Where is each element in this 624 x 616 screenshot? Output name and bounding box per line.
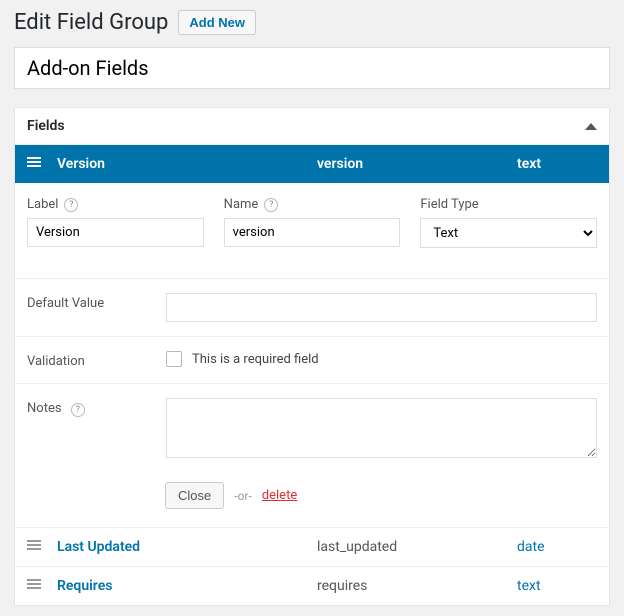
required-checkbox-label: This is a required field — [192, 352, 319, 367]
notes-label: Notes — [27, 401, 62, 416]
name-label: Name — [224, 197, 259, 212]
field-row-active[interactable]: Version version text — [15, 145, 609, 183]
name-input[interactable] — [224, 218, 401, 247]
default-value-label: Default Value — [27, 293, 152, 311]
field-label[interactable]: Last Updated — [57, 539, 317, 555]
label-label: Label — [27, 197, 58, 212]
drag-handle-icon[interactable] — [27, 577, 57, 595]
field-type: text — [517, 578, 597, 594]
help-icon[interactable]: ? — [64, 198, 78, 212]
field-type-select[interactable]: Text — [420, 218, 597, 248]
delete-link[interactable]: delete — [262, 488, 297, 503]
field-type: date — [517, 539, 597, 555]
required-checkbox[interactable] — [166, 351, 182, 367]
default-value-input[interactable] — [166, 293, 597, 322]
group-title-input[interactable] — [14, 47, 610, 89]
panel-title: Fields — [27, 118, 65, 134]
help-icon[interactable]: ? — [264, 198, 278, 212]
page-title: Edit Field Group — [14, 10, 168, 35]
or-text: -or- — [234, 489, 252, 503]
drag-handle-icon[interactable] — [27, 538, 57, 556]
fields-panel: Fields Version version text Label ? Name… — [14, 107, 610, 606]
validation-label: Validation — [27, 351, 152, 369]
close-button[interactable]: Close — [165, 482, 224, 509]
field-label[interactable]: Requires — [57, 578, 317, 594]
panel-toggle-icon[interactable] — [585, 123, 597, 130]
field-row[interactable]: Requires requires text — [15, 566, 609, 605]
field-header-type: text — [517, 156, 597, 172]
field-name: requires — [317, 578, 517, 594]
label-input[interactable] — [27, 218, 204, 247]
drag-handle-icon[interactable] — [27, 155, 57, 173]
field-header-name: version — [317, 156, 517, 172]
field-header-label: Version — [57, 156, 317, 172]
field-row[interactable]: Last Updated last_updated date — [15, 527, 609, 566]
help-icon[interactable]: ? — [71, 403, 85, 417]
field-type-label: Field Type — [420, 197, 478, 212]
field-name: last_updated — [317, 539, 517, 555]
notes-textarea[interactable] — [166, 398, 597, 458]
add-new-button[interactable]: Add New — [178, 10, 256, 35]
